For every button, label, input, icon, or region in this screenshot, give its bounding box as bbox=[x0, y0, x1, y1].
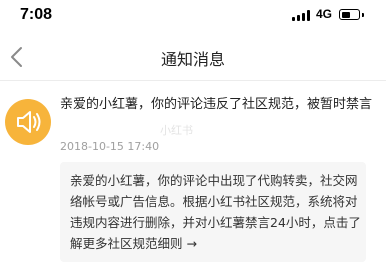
detail-card[interactable]: 亲爱的小红薯，你的评论中出现了代购转卖，社交网络帐号或广告信息。根据小红书社区规… bbox=[60, 162, 366, 262]
page-title: 通知消息 bbox=[160, 50, 225, 69]
notification-screen: 7:08 4G 通知消息 亲爱的小红薯，你的评论违反了社区规范，被暂时禁言 小红… bbox=[0, 0, 386, 266]
nav-bar: 通知消息 bbox=[0, 34, 386, 81]
status-bar: 7:08 4G bbox=[0, 0, 386, 32]
network-type: 4G bbox=[316, 7, 333, 21]
notification-time: 2018-10-15 17:40 bbox=[60, 140, 160, 153]
status-time: 7:08 bbox=[20, 6, 53, 23]
speaker-icon bbox=[17, 111, 41, 133]
avatar bbox=[5, 99, 51, 145]
notification-item[interactable]: 亲爱的小红薯，你的评论违反了社区规范，被暂时禁言 小红书 2018-10-15 … bbox=[0, 84, 386, 266]
watermark: 小红书 bbox=[160, 124, 193, 137]
signal-icon bbox=[292, 10, 312, 21]
notification-text: 亲爱的小红薯，你的评论违反了社区规范，被暂时禁言 bbox=[60, 97, 373, 112]
detail-text: 亲爱的小红薯，你的评论中出现了代购转卖，社交网络帐号或广告信息。根据小红书社区规… bbox=[70, 173, 361, 251]
battery-icon bbox=[339, 9, 364, 20]
